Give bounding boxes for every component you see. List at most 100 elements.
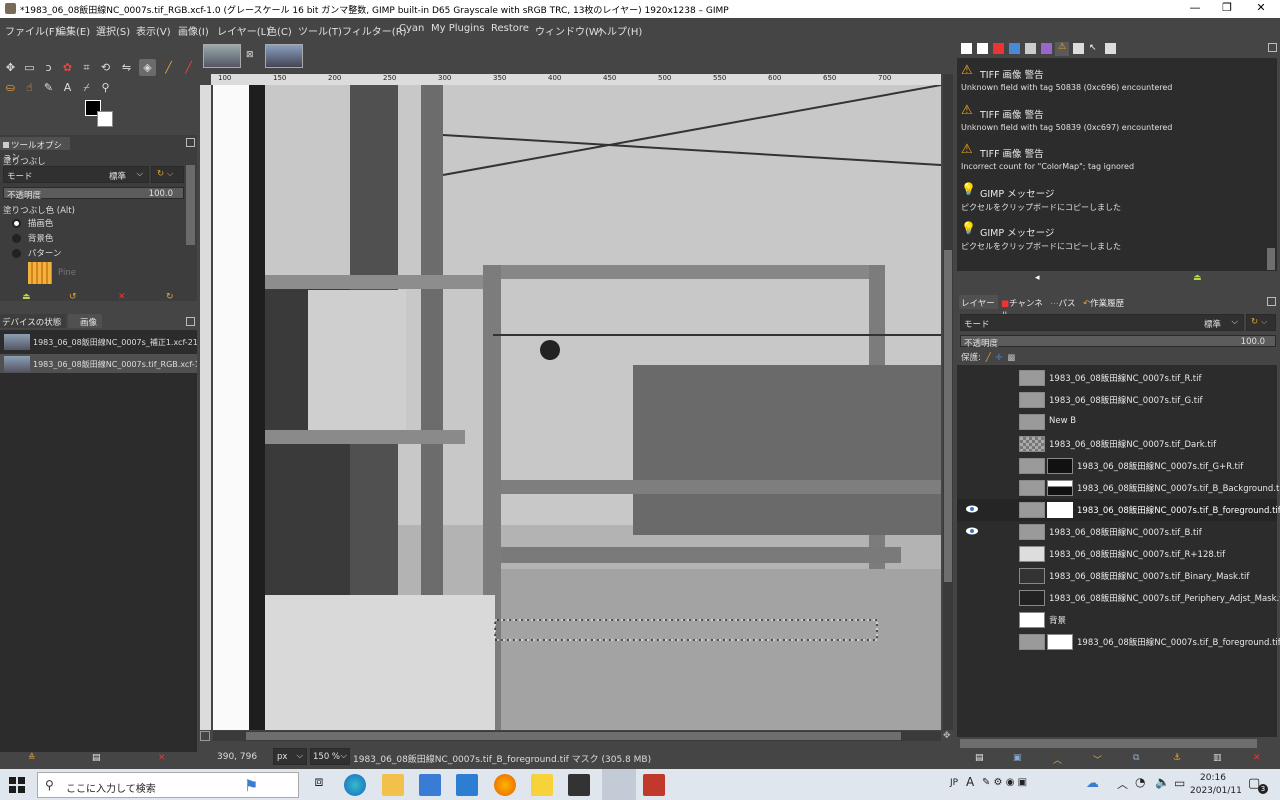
- maximize-button[interactable]: ❐: [1210, 0, 1244, 18]
- tab-images[interactable]: 画像: [68, 314, 102, 328]
- task-view-icon[interactable]: ⧈: [308, 774, 330, 796]
- lasso-tool-icon[interactable]: ↄ: [40, 59, 57, 76]
- menu-colors[interactable]: 色(C): [267, 23, 292, 38]
- layer-row[interactable]: 1983_06_08飯田線NC_0007s.tif_G+R.tif: [957, 455, 1277, 477]
- horizontal-scrollbar-thumb[interactable]: [246, 732, 901, 740]
- anchor-layer-icon[interactable]: ⚓: [1173, 753, 1181, 763]
- menu-filters[interactable]: フィルター(R): [342, 23, 407, 38]
- paintbrush-tool-icon[interactable]: ╱: [160, 59, 177, 76]
- onedrive-icon[interactable]: ☁: [1086, 776, 1099, 791]
- layer-row-selected[interactable]: 1983_06_08飯田線NC_0007s.tif_B_foreground.t…: [957, 499, 1280, 521]
- gimp-old-icon[interactable]: [568, 774, 590, 796]
- layer-row[interactable]: 1983_06_08飯田線NC_0007s.tif_G.tif: [957, 389, 1277, 411]
- tab-histogram-icon[interactable]: [1009, 43, 1020, 54]
- layer-row[interactable]: 1983_06_08飯田線NC_0007s.tif_R+128.tif: [957, 543, 1277, 565]
- duplicate-layer-icon[interactable]: ⧉: [1133, 753, 1139, 763]
- vertical-scrollbar-thumb[interactable]: [944, 250, 952, 582]
- radio-fg-color[interactable]: 描画色: [12, 217, 53, 229]
- layer-row[interactable]: 1983_06_08飯田線NC_0007s.tif_R.tif: [957, 367, 1277, 389]
- battery-icon[interactable]: ▭: [1174, 776, 1185, 790]
- menu-edit[interactable]: 編集(E): [56, 23, 90, 38]
- layer-row[interactable]: 1983_06_08飯田線NC_0007s.tif_Dark.tif: [957, 433, 1277, 455]
- menu-my-plugins[interactable]: My Plugins: [431, 23, 485, 34]
- tab-brushes-icon[interactable]: [961, 43, 972, 54]
- unit-select[interactable]: px ⌵: [273, 748, 307, 765]
- layer-row[interactable]: 1983_06_08飯田線NC_0007s.tif_Binary_Mask.ti…: [957, 565, 1277, 587]
- panel-menu-icon[interactable]: [1267, 297, 1276, 306]
- move-tool-icon[interactable]: ✥: [2, 59, 19, 76]
- delete-layer-icon[interactable]: ✕: [1253, 753, 1261, 763]
- wifi-icon[interactable]: ◔: [1135, 775, 1145, 789]
- delete-preset-icon[interactable]: ✕: [118, 292, 126, 302]
- tab-layers[interactable]: レイヤー: [959, 295, 998, 309]
- clear-console-icon[interactable]: ◂: [1035, 273, 1040, 283]
- zoom-select[interactable]: 150 % ⌵: [310, 748, 350, 765]
- radio-pattern[interactable]: パターン: [12, 247, 61, 259]
- panel-menu-icon[interactable]: [186, 317, 195, 326]
- taskbar-search[interactable]: ⚲ ここに入力して検索 ⚑: [37, 772, 299, 798]
- list-item[interactable]: 1983_06_08飯田線NC_0007s_補正1.xcf-21: [0, 332, 198, 351]
- tab-paths[interactable]: ⋯パス: [1050, 295, 1080, 309]
- lock-alpha-icon[interactable]: ▩: [1007, 353, 1015, 363]
- eye-icon[interactable]: [965, 526, 979, 536]
- menu-restore[interactable]: Restore: [491, 23, 529, 34]
- close-button[interactable]: ✕: [1244, 0, 1278, 18]
- color-picker-tool-icon[interactable]: ⌿: [78, 79, 95, 96]
- layer-opacity-slider[interactable]: 不透明度 100.0: [960, 335, 1276, 349]
- tab-tool-presets-icon[interactable]: [1025, 43, 1036, 54]
- layer-row[interactable]: New B: [957, 411, 1277, 433]
- layer-row[interactable]: 背景: [957, 609, 1277, 631]
- mode-reset-button[interactable]: ↻ ⌵: [151, 166, 184, 183]
- show-hidden-icons[interactable]: ︿: [1117, 776, 1128, 792]
- rect-select-tool-icon[interactable]: ▭: [21, 59, 38, 76]
- edge-icon[interactable]: [344, 774, 366, 796]
- warp-tool-icon[interactable]: ⇋: [118, 59, 135, 76]
- new-display-icon[interactable]: ▤: [92, 753, 101, 763]
- image-tab-2[interactable]: [265, 44, 303, 68]
- fuzzy-select-tool-icon[interactable]: ✿: [59, 59, 76, 76]
- clock-date[interactable]: 2023/01/11: [1190, 786, 1242, 796]
- windows-start-icon[interactable]: [8, 776, 26, 794]
- smudge-tool-icon[interactable]: ☝: [21, 79, 38, 96]
- store-icon[interactable]: [419, 774, 441, 796]
- panel-menu-icon[interactable]: [1268, 43, 1277, 52]
- tab-sample-points-icon[interactable]: [1105, 43, 1116, 54]
- mail-icon[interactable]: [456, 774, 478, 796]
- text-tool-icon[interactable]: A: [59, 79, 76, 96]
- tool-options-scrollbar[interactable]: [186, 165, 195, 245]
- firefox-icon[interactable]: [494, 774, 516, 796]
- sticky-notes-icon[interactable]: [531, 774, 553, 796]
- raise-layer-icon[interactable]: ︿: [1053, 753, 1062, 766]
- lower-layer-icon[interactable]: ﹀: [1093, 753, 1102, 766]
- menu-cyan[interactable]: Cyan: [399, 23, 424, 34]
- lock-position-icon[interactable]: ✛: [995, 353, 1002, 363]
- navigate-icon[interactable]: ✥: [943, 731, 951, 741]
- pattern-swatch[interactable]: [28, 262, 52, 284]
- new-layer-icon[interactable]: ▤: [975, 753, 984, 763]
- panel-menu-icon[interactable]: [186, 138, 195, 147]
- restore-preset-icon[interactable]: ↺: [69, 292, 77, 302]
- vertical-scrollbar[interactable]: [943, 74, 953, 730]
- delete-display-icon[interactable]: ✕: [158, 753, 166, 763]
- app-icon[interactable]: [643, 774, 665, 796]
- quick-mask-toggle[interactable]: [200, 731, 210, 741]
- layer-row[interactable]: 1983_06_08飯田線NC_0007s.tif_B_foreground.t…: [957, 631, 1280, 653]
- tab-tool-options[interactable]: ツールオプション: [0, 137, 70, 163]
- menu-help[interactable]: ヘルプ(H): [597, 23, 642, 38]
- layers-horizontal-scrollbar[interactable]: [960, 739, 1257, 748]
- console-scrollbar-thumb[interactable]: [1267, 248, 1275, 270]
- zoom-tool-icon[interactable]: ⚲: [97, 79, 114, 96]
- tab-fonts-icon[interactable]: [977, 43, 988, 54]
- layer-mode-select[interactable]: モード 標準 ⌵: [960, 314, 1244, 331]
- save-console-icon[interactable]: ⏏: [1193, 273, 1202, 283]
- mode-select[interactable]: モード 標準 ⌵: [3, 166, 149, 183]
- gimp-active-icon[interactable]: [602, 769, 636, 800]
- clock-time[interactable]: 20:16: [1200, 773, 1226, 783]
- tray-icons[interactable]: ✎ ⚙ ◉ ▣: [982, 777, 1027, 788]
- tab-channels[interactable]: ■チャンネル: [1001, 295, 1047, 321]
- add-mask-icon[interactable]: ▥: [1213, 753, 1222, 763]
- menu-view[interactable]: 表示(V): [136, 23, 171, 38]
- tab-palettes-icon[interactable]: [993, 43, 1004, 54]
- transform-tool-icon[interactable]: ⟲: [97, 59, 114, 76]
- image-canvas[interactable]: [213, 85, 941, 730]
